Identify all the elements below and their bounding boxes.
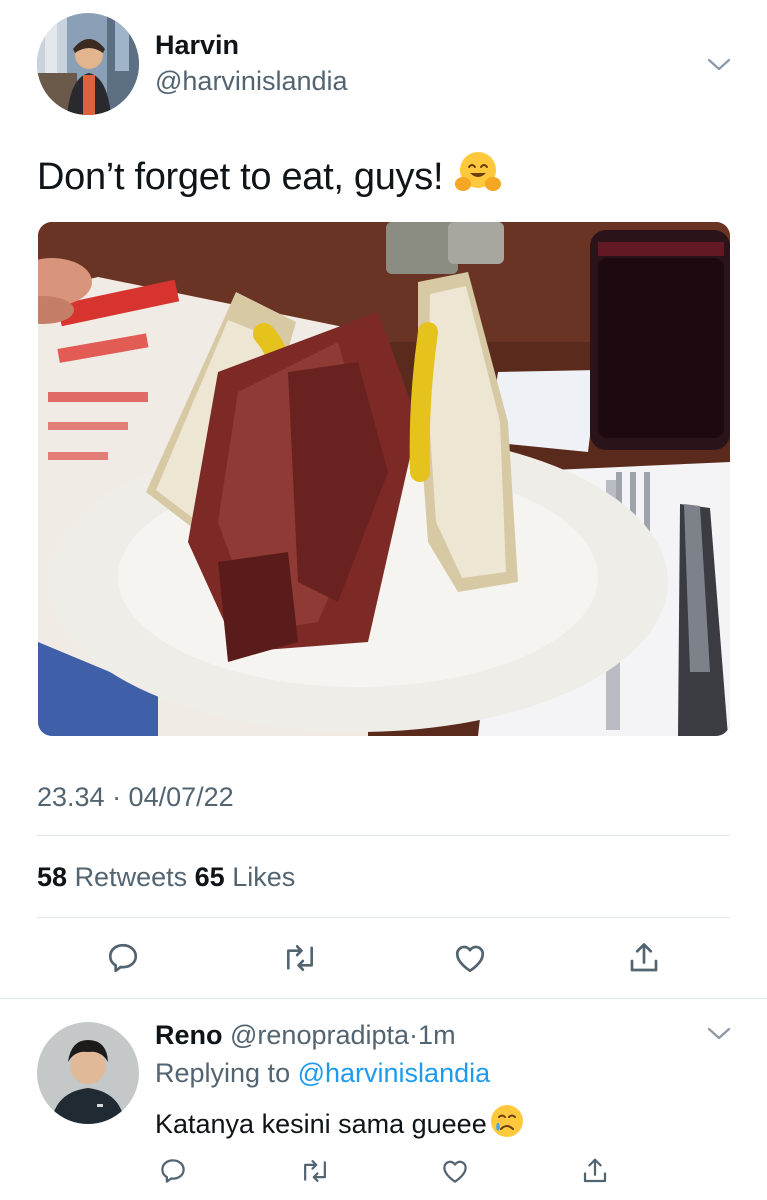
reply-author-name[interactable]: Reno — [155, 1020, 223, 1050]
author-name[interactable]: Harvin — [155, 30, 239, 61]
likes-label[interactable]: Likes — [232, 862, 295, 892]
replying-to-line: Replying to @harvinislandia — [155, 1058, 490, 1089]
retweets-count[interactable]: 58 — [37, 862, 67, 892]
divider — [37, 917, 730, 918]
replying-to-prefix: Replying to — [155, 1058, 291, 1088]
share-icon[interactable] — [624, 938, 664, 978]
reply-icon[interactable] — [103, 938, 143, 978]
retweets-label[interactable]: Retweets — [75, 862, 188, 892]
like-icon[interactable] — [438, 1154, 472, 1188]
chevron-down-icon[interactable] — [706, 1025, 732, 1043]
retweet-icon[interactable] — [280, 938, 320, 978]
reply-separator: · — [409, 1020, 419, 1050]
avatar-image — [37, 1022, 139, 1124]
retweet-icon[interactable] — [298, 1154, 332, 1188]
reply-age[interactable]: 1m — [418, 1020, 456, 1050]
sandwich-photo — [38, 222, 730, 736]
hugging-face-emoji — [455, 150, 502, 204]
divider — [37, 835, 730, 836]
divider — [0, 998, 767, 999]
tweet-photo[interactable] — [38, 222, 730, 736]
tweet-timestamp[interactable]: 23.34 · 04/07/22 — [37, 782, 234, 813]
reply-author-avatar[interactable] — [37, 1022, 139, 1124]
crying-face-emoji — [489, 1103, 525, 1146]
like-icon[interactable] — [450, 938, 490, 978]
author-avatar[interactable] — [37, 13, 139, 115]
chevron-down-icon[interactable] — [706, 56, 732, 74]
tweet-stats: 58 Retweets 65 Likes — [37, 862, 295, 893]
likes-count[interactable]: 65 — [195, 862, 225, 892]
share-icon[interactable] — [578, 1154, 612, 1188]
replying-to-mention[interactable]: @harvinislandia — [298, 1058, 491, 1088]
reply-text: Katanya kesini sama gueee — [155, 1109, 487, 1139]
avatar-image — [37, 13, 139, 115]
reply-icon[interactable] — [156, 1154, 190, 1188]
author-handle[interactable]: @harvinislandia — [155, 66, 348, 97]
tweet-text-row: Don’t forget to eat, guys! — [37, 150, 502, 204]
reply-text-row: Katanya kesini sama gueee — [155, 1103, 525, 1146]
reply-author-handle[interactable]: @renopradipta — [230, 1020, 409, 1050]
reply-header: Reno @renopradipta·1m — [155, 1020, 456, 1051]
tweet-text: Don’t forget to eat, guys! — [37, 155, 444, 198]
